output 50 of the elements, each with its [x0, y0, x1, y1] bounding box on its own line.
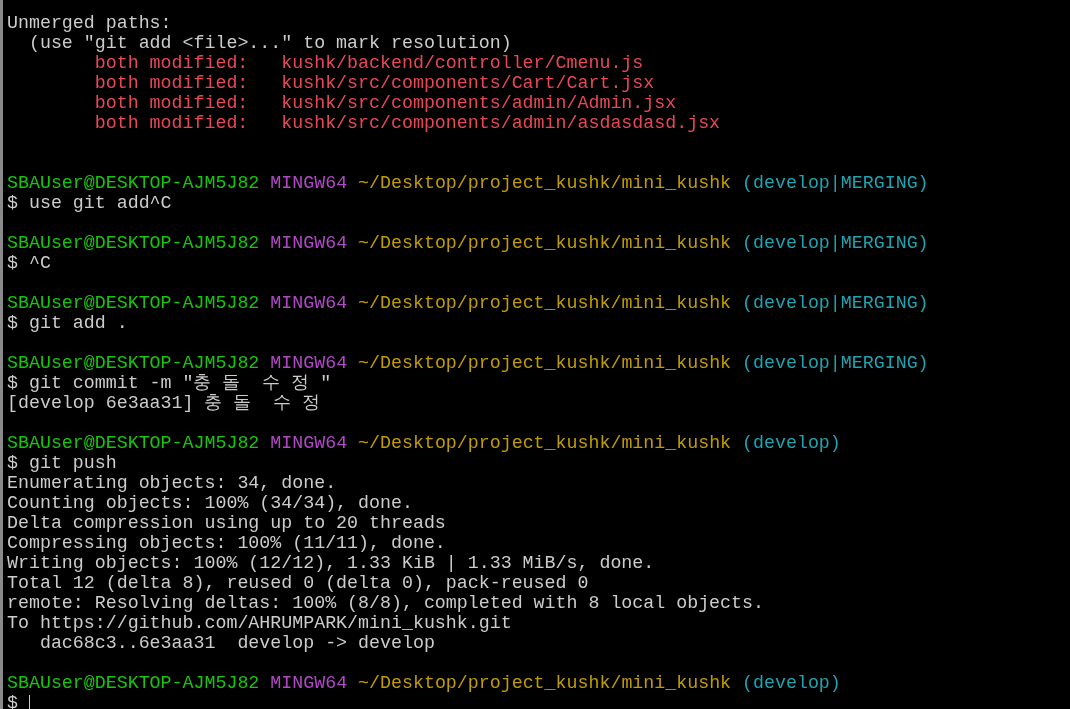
prompt-path: ~/Desktop/project_kushk/mini_kushk	[358, 433, 732, 453]
output-line: Unmerged paths:	[7, 13, 172, 33]
prompt-system: MINGW64	[270, 433, 348, 453]
prompt-path: ~/Desktop/project_kushk/mini_kushk	[358, 353, 732, 373]
command-line: $ use git add^C	[7, 193, 172, 213]
prompt-path: ~/Desktop/project_kushk/mini_kushk	[358, 293, 732, 313]
output-line: remote: Resolving deltas: 100% (8/8), completed with 8 local objects.	[7, 593, 764, 613]
prompt-branch: (develop)	[742, 433, 841, 453]
prompt-system: MINGW64	[270, 353, 348, 373]
output-line: Enumerating objects: 34, done.	[7, 473, 337, 493]
file-path: kushk/src/components/Cart/Cart.jsx	[281, 73, 655, 93]
prompt-path: ~/Desktop/project_kushk/mini_kushk	[358, 233, 732, 253]
output-line: To https://github.com/AHRUMPARK/mini_kushk.git	[7, 613, 512, 633]
file-path: kushk/src/components/admin/Admin.jsx	[281, 93, 677, 113]
prompt-branch: (develop|MERGING)	[742, 233, 929, 253]
prompt-branch: (develop)	[742, 673, 841, 693]
output-line: Total 12 (delta 8), reused 0 (delta 0), pack-reused 0	[7, 573, 589, 593]
file-path: kushk/backend/controller/Cmenu.js	[281, 53, 644, 73]
conflict-status: both modified:	[94, 73, 249, 93]
output-line: Compressing objects: 100% (11/11), done.	[7, 533, 446, 553]
prompt-branch: (develop|MERGING)	[742, 293, 929, 313]
prompt-branch: (develop|MERGING)	[742, 353, 929, 373]
output-line: Delta compression using up to 20 threads	[7, 513, 446, 533]
conflict-status: both modified:	[94, 53, 249, 73]
prompt-user: SBAUser@DESKTOP-AJM5J82	[7, 233, 260, 253]
prompt-user: SBAUser@DESKTOP-AJM5J82	[7, 173, 260, 193]
command-line: $ git push	[7, 453, 117, 473]
conflict-status: both modified:	[94, 93, 249, 113]
prompt-path: ~/Desktop/project_kushk/mini_kushk	[358, 673, 732, 693]
output-line: dac68c3..6e3aa31 develop -> develop	[38, 633, 435, 653]
file-path: kushk/src/components/admin/asdasdasd.jsx	[281, 113, 721, 133]
prompt-system: MINGW64	[270, 673, 348, 693]
prompt-sign: $	[7, 693, 18, 709]
prompt-user: SBAUser@DESKTOP-AJM5J82	[7, 353, 260, 373]
prompt-user: SBAUser@DESKTOP-AJM5J82	[7, 673, 260, 693]
prompt-system: MINGW64	[270, 173, 348, 193]
prompt-system: MINGW64	[270, 233, 348, 253]
output-line: Writing objects: 100% (12/12), 1.33 KiB | 1.33 MiB/s, done.	[7, 553, 655, 573]
prompt-path: ~/Desktop/project_kushk/mini_kushk	[358, 173, 732, 193]
command-line: $ git add .	[7, 313, 128, 333]
command-line: $ ^C	[7, 253, 51, 273]
output-line: Counting objects: 100% (34/34), done.	[7, 493, 413, 513]
output-line: [develop 6e3aa31] 충 돌 수 정	[7, 393, 321, 413]
prompt-user: SBAUser@DESKTOP-AJM5J82	[7, 293, 260, 313]
prompt-branch: (develop|MERGING)	[742, 173, 929, 193]
prompt-user: SBAUser@DESKTOP-AJM5J82	[7, 433, 260, 453]
output-line: (use "git add <file>..." to mark resolution)	[27, 33, 512, 53]
command-line: $ git commit -m "충 돌 수 정 "	[7, 373, 332, 393]
conflict-status: both modified:	[94, 113, 249, 133]
prompt-system: MINGW64	[270, 293, 348, 313]
